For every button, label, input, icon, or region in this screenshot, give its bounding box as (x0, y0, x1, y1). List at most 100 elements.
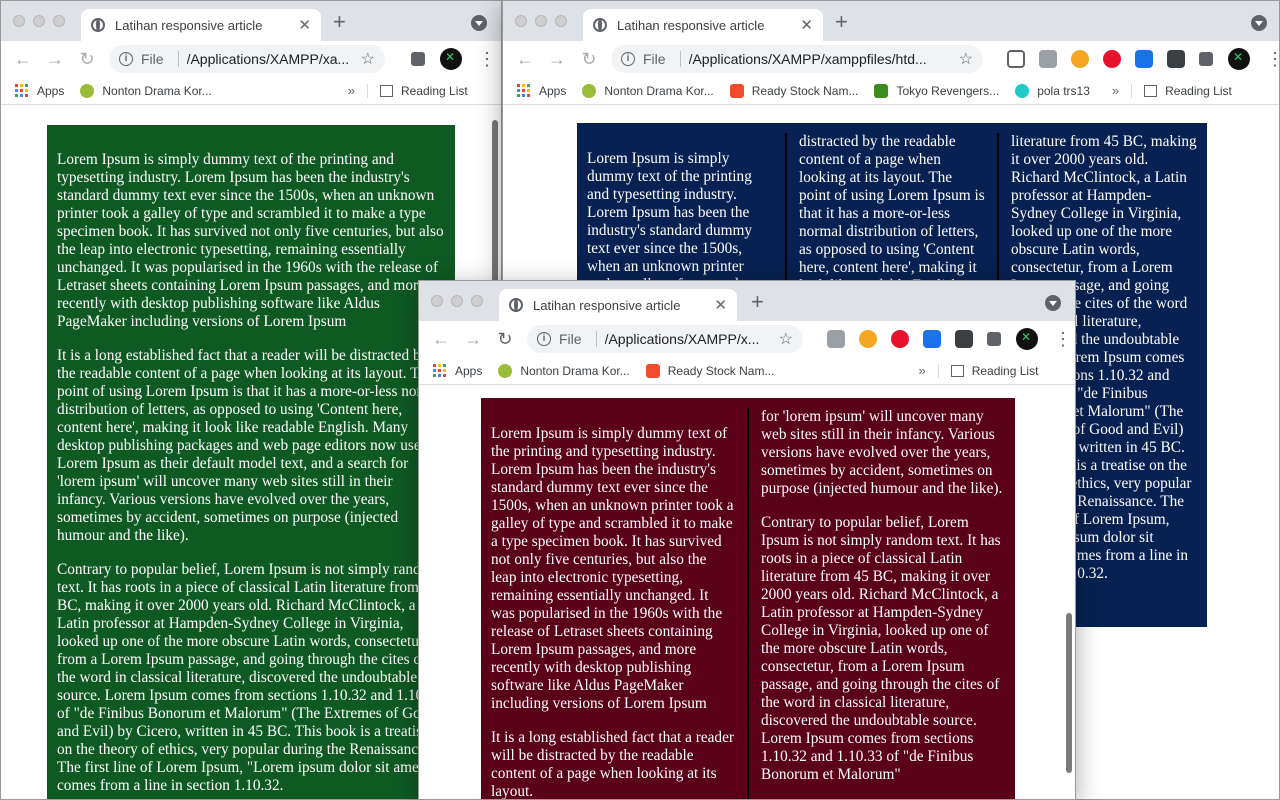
close-tab-icon[interactable]: ✕ (800, 16, 813, 34)
apps-grid-icon (433, 363, 447, 378)
minimize-window-button[interactable] (451, 295, 463, 307)
tab-search-icon[interactable] (471, 15, 487, 31)
tab-latihan[interactable]: Latihan responsive article ✕ (583, 9, 823, 41)
address-bar[interactable]: i File /Applications/XAMPP/x... ☆ (527, 325, 803, 353)
url-text[interactable]: /Applications/XAMPP/xa... (187, 51, 355, 67)
window-controls (515, 15, 567, 27)
extensions-icon[interactable] (987, 332, 1001, 346)
reading-list-label: Reading List (971, 363, 1039, 378)
coin-extension-icon[interactable] (859, 330, 877, 348)
forward-button[interactable]: → (39, 49, 71, 70)
chat-extension-icon[interactable] (1007, 50, 1025, 68)
toolbar: ← → ↻ i File /Applications/XAMPP/xa... ☆… (1, 41, 501, 77)
address-bar[interactable]: i File /Applications/XAMPP/xamppfiles/ht… (611, 45, 983, 73)
minimize-window-button[interactable] (33, 15, 45, 27)
more-bookmarks-icon[interactable]: » (348, 83, 355, 98)
extensions-icon[interactable] (411, 52, 425, 66)
profile-avatar[interactable] (1016, 328, 1038, 350)
maximize-window-button[interactable] (471, 295, 483, 307)
new-tab-button[interactable]: + (835, 11, 848, 33)
reading-list-icon (950, 364, 964, 377)
tab-search-icon[interactable] (1045, 295, 1061, 311)
url-text[interactable]: /Applications/XAMPP/xamppfiles/htd... (689, 51, 953, 67)
close-window-button[interactable] (431, 295, 443, 307)
bookmark-apps[interactable]: Apps (433, 363, 483, 378)
info-icon[interactable]: i (119, 52, 133, 66)
forward-button[interactable]: → (457, 329, 489, 350)
photo-extension-icon[interactable] (1039, 50, 1057, 68)
tab-latihan[interactable]: Latihan responsive article ✕ (81, 9, 321, 41)
apps-grid-icon (517, 83, 531, 98)
more-bookmarks-icon[interactable]: » (918, 363, 925, 378)
back-button[interactable]: ← (7, 49, 39, 70)
id-extension-icon[interactable] (955, 330, 973, 348)
back-button[interactable]: ← (425, 329, 457, 350)
article-maroon: Lorem Ipsum is simply dummy text of the … (481, 398, 1015, 799)
reload-button[interactable]: ↻ (489, 329, 521, 350)
close-tab-icon[interactable]: ✕ (298, 16, 311, 34)
close-window-button[interactable] (13, 15, 25, 27)
bookmark-label: Nonton Drama Kor... (102, 83, 212, 98)
article-column: for 'lorem ipsum' will uncover many web … (761, 408, 1005, 799)
tab-title: Latihan responsive article (533, 297, 681, 313)
more-bookmarks-icon[interactable]: » (1112, 83, 1119, 98)
bookmark-item[interactable]: Ready Stock Nam... (729, 83, 858, 98)
bookmark-label: Apps (539, 83, 567, 98)
address-bar[interactable]: i File /Applications/XAMPP/xa... ☆ (109, 45, 385, 73)
toolbar: ← → ↻ i File /Applications/XAMPP/x... ☆ … (419, 321, 1075, 357)
bookmark-label: Tokyo Revengers... (896, 83, 1000, 98)
menu-icon[interactable]: ⋮ (1266, 49, 1279, 70)
extensions-icon[interactable] (1199, 52, 1213, 66)
reload-button[interactable]: ↻ (71, 49, 103, 70)
bookmark-apps[interactable]: Apps (15, 83, 64, 98)
menu-icon[interactable]: ⋮ (478, 49, 496, 70)
tab-latihan[interactable]: Latihan responsive article ✕ (499, 289, 737, 321)
bookmark-item[interactable]: Nonton Drama Kor... (498, 363, 630, 378)
reading-list-button[interactable]: Reading List (1131, 83, 1232, 98)
id-extension-icon[interactable] (1167, 50, 1185, 68)
new-tab-button[interactable]: + (333, 11, 346, 33)
bookmark-star-icon[interactable]: ☆ (361, 49, 375, 69)
photo-extension-icon[interactable] (827, 330, 845, 348)
drama-icon (582, 83, 597, 98)
article-paragraph: Contrary to popular belief, Lorem Ipsum … (57, 561, 443, 794)
scrollbar-thumb[interactable] (492, 120, 498, 290)
bookmark-star-icon[interactable]: ☆ (779, 329, 793, 349)
back-button[interactable]: ← (509, 49, 541, 70)
article-green: Lorem Ipsum is simply dummy text of the … (47, 125, 455, 799)
download-extension-icon[interactable] (923, 330, 941, 348)
profile-avatar[interactable] (440, 48, 462, 70)
download-extension-icon[interactable] (1135, 50, 1153, 68)
scrollbar-thumb[interactable] (1066, 613, 1072, 773)
menu-icon[interactable]: ⋮ (1054, 329, 1072, 350)
separator (595, 331, 597, 347)
reading-list-button[interactable]: Reading List (366, 83, 468, 98)
profile-avatar[interactable] (1228, 48, 1250, 70)
new-tab-button[interactable]: + (751, 291, 764, 313)
coin-extension-icon[interactable] (1071, 50, 1089, 68)
url-text[interactable]: /Applications/XAMPP/x... (605, 331, 773, 347)
bookmark-apps[interactable]: Apps (517, 83, 567, 98)
reading-list-label: Reading List (1165, 83, 1232, 98)
tab-search-icon[interactable] (1251, 15, 1267, 31)
bookmark-item[interactable]: Nonton Drama Kor... (80, 83, 212, 98)
info-icon[interactable]: i (621, 52, 635, 66)
opera-extension-icon[interactable] (1103, 50, 1121, 68)
bookmark-label: Apps (455, 363, 483, 378)
info-icon[interactable]: i (537, 332, 551, 346)
bookmark-item[interactable]: Ready Stock Nam... (645, 363, 774, 378)
minimize-window-button[interactable] (535, 15, 547, 27)
article-paragraph: Lorem Ipsum is simply dummy text of the … (57, 151, 444, 330)
bookmark-item[interactable]: pola trs13 (1015, 83, 1090, 98)
close-tab-icon[interactable]: ✕ (714, 296, 727, 314)
bookmark-item[interactable]: Tokyo Revengers... (874, 83, 1000, 98)
reload-button[interactable]: ↻ (573, 49, 605, 70)
reading-list-button[interactable]: Reading List (937, 363, 1039, 378)
bookmark-star-icon[interactable]: ☆ (959, 49, 973, 69)
maximize-window-button[interactable] (555, 15, 567, 27)
bookmark-item[interactable]: Nonton Drama Kor... (582, 83, 714, 98)
opera-extension-icon[interactable] (891, 330, 909, 348)
forward-button[interactable]: → (541, 49, 573, 70)
close-window-button[interactable] (515, 15, 527, 27)
maximize-window-button[interactable] (53, 15, 65, 27)
